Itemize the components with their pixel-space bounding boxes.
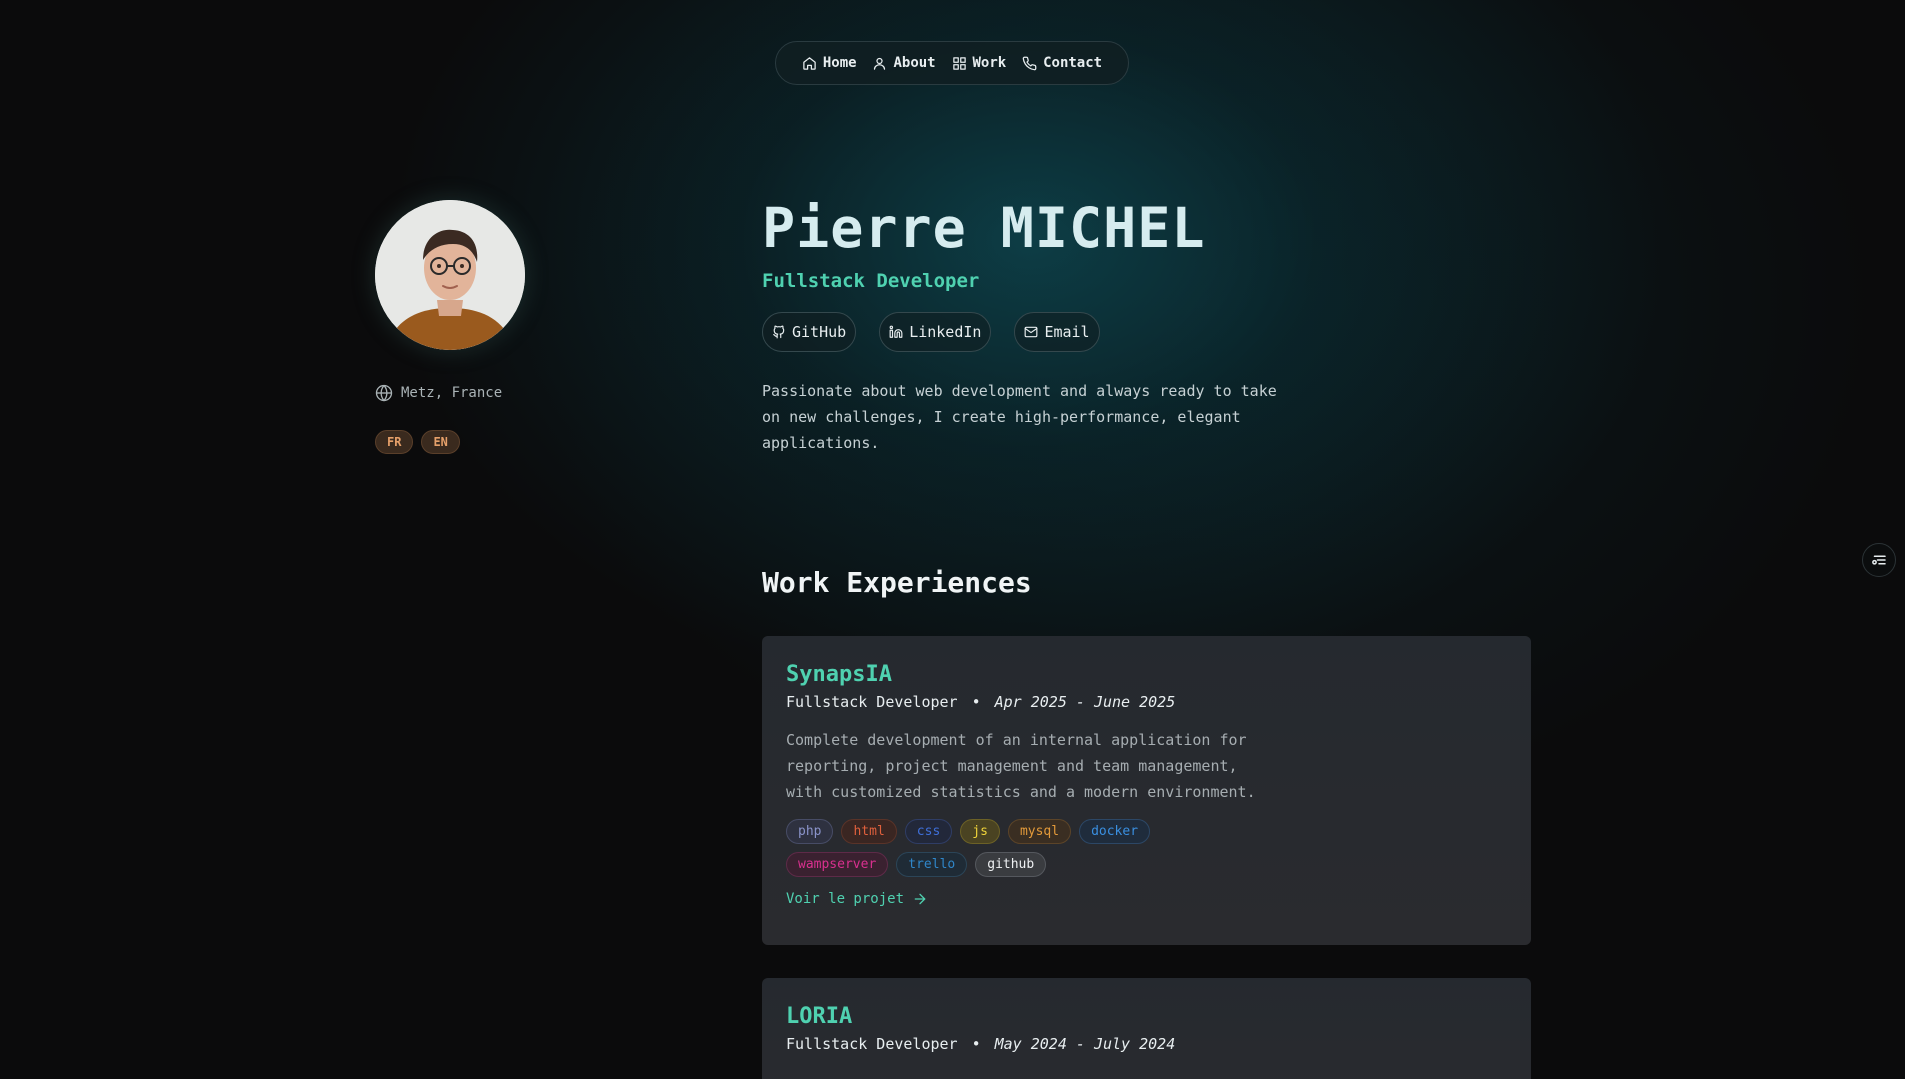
experience-company: SynapsIA bbox=[786, 662, 892, 687]
mail-icon bbox=[1025, 326, 1038, 338]
experience-card: LORIA Fullstack Developer • May 2024 - J… bbox=[762, 978, 1531, 1079]
linkedin-icon bbox=[889, 325, 903, 338]
experience-role: Fullstack Developer bbox=[786, 693, 958, 711]
email-label: Email bbox=[1044, 323, 1090, 341]
list-icon bbox=[1872, 555, 1886, 565]
nav-about-label: About bbox=[893, 55, 936, 71]
language-badges: FR EN bbox=[375, 430, 460, 454]
tech-tag: wampserver bbox=[786, 852, 889, 877]
tech-tag: trello bbox=[896, 852, 968, 877]
avatar bbox=[375, 200, 525, 350]
tech-tag: docker bbox=[1079, 819, 1151, 844]
email-button[interactable]: Email bbox=[1014, 312, 1100, 352]
user-icon bbox=[874, 57, 886, 70]
tech-tag: github bbox=[975, 852, 1047, 877]
language-badge-en[interactable]: EN bbox=[421, 430, 460, 454]
table-of-contents-button[interactable] bbox=[1862, 543, 1896, 577]
meta-separator: • bbox=[971, 1035, 981, 1053]
nav-contact-label: Contact bbox=[1043, 55, 1103, 71]
hero-role: Fullstack Developer bbox=[762, 270, 980, 292]
github-label: GitHub bbox=[792, 323, 847, 341]
experience-dates: Apr 2025 - June 2025 bbox=[994, 693, 1176, 711]
hero-name: Pierre MICHEL bbox=[762, 196, 1206, 260]
experience-description: Complete development of an internal appl… bbox=[786, 731, 1256, 801]
experience-role: Fullstack Developer bbox=[786, 1035, 958, 1053]
nav-home-label: Home bbox=[822, 55, 857, 71]
nav-work-label: Work bbox=[972, 55, 1007, 71]
experience-dates: May 2024 - July 2024 bbox=[994, 1035, 1176, 1053]
work-experiences-heading: Work Experiences bbox=[762, 566, 1032, 599]
nav-home[interactable]: Home bbox=[802, 55, 857, 71]
tech-tag: mysql bbox=[1007, 819, 1072, 844]
tech-tag: css bbox=[904, 819, 953, 844]
avatar-photo bbox=[375, 200, 525, 350]
top-nav: Home About Work Contact bbox=[775, 41, 1129, 85]
globe-icon bbox=[375, 384, 393, 402]
linkedin-label: LinkedIn bbox=[909, 323, 982, 341]
location-text: Metz, France bbox=[401, 385, 503, 401]
language-badge-fr[interactable]: FR bbox=[375, 430, 414, 454]
experience-meta: Fullstack Developer • May 2024 - July 20… bbox=[786, 1035, 1507, 1053]
social-links: GitHub LinkedIn Email bbox=[762, 312, 1100, 352]
hero-bio: Passionate about web development and alw… bbox=[762, 382, 1277, 452]
meta-separator: • bbox=[971, 693, 981, 711]
tech-tag: js bbox=[960, 819, 1000, 844]
location: Metz, France bbox=[375, 384, 502, 402]
tech-tag: php bbox=[786, 819, 834, 844]
home-icon bbox=[803, 56, 816, 70]
experience-meta: Fullstack Developer • Apr 2025 - June 20… bbox=[786, 693, 1507, 711]
nav-about[interactable]: About bbox=[872, 55, 936, 71]
view-project-link[interactable]: Voir le projet bbox=[786, 891, 1507, 907]
tech-tag: html bbox=[841, 819, 897, 844]
linkedin-button[interactable]: LinkedIn bbox=[879, 312, 992, 352]
grid-icon bbox=[952, 56, 966, 70]
github-icon bbox=[773, 325, 785, 339]
experience-card: SynapsIA Fullstack Developer • Apr 2025 … bbox=[762, 636, 1531, 945]
github-button[interactable]: GitHub bbox=[762, 312, 857, 352]
view-project-label: Voir le projet bbox=[786, 891, 905, 907]
arrow-right-icon bbox=[914, 893, 926, 905]
experience-tags: php html css js mysql docker wampserver trello g… bbox=[786, 819, 1206, 877]
portfolio-page: Home About Work Contact Metz, France FR … bbox=[0, 0, 1905, 1079]
phone-icon bbox=[1022, 56, 1037, 70]
nav-contact[interactable]: Contact bbox=[1022, 55, 1102, 71]
experience-company: LORIA bbox=[786, 1004, 853, 1029]
nav-work[interactable]: Work bbox=[952, 55, 1007, 71]
